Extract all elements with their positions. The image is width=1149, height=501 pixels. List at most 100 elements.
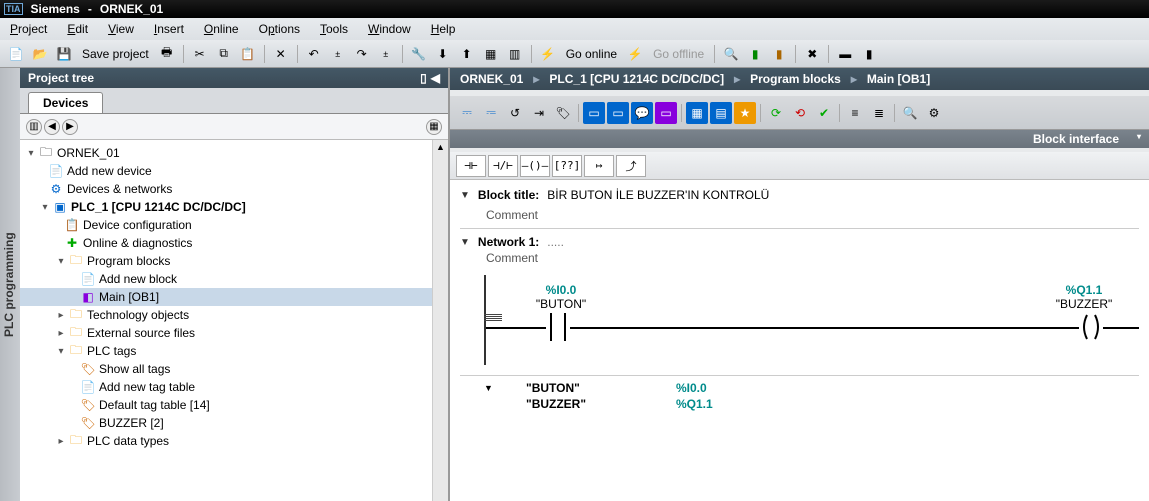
crumb-1[interactable]: ORNEK_01: [460, 72, 523, 86]
goonline-icon[interactable]: ⚡: [538, 44, 558, 64]
net-collapse-icon[interactable]: ▼: [460, 237, 470, 248]
save-icon[interactable]: 💾: [54, 44, 74, 64]
new-project-icon[interactable]: 📄: [6, 44, 26, 64]
align-icon[interactable]: ≡: [844, 102, 866, 124]
monitor-off-icon[interactable]: ⟲: [789, 102, 811, 124]
open-project-icon[interactable]: 📂: [30, 44, 50, 64]
block-interface-bar[interactable]: Block interface: [450, 130, 1149, 148]
plc-programming-tab[interactable]: PLC programming: [0, 68, 20, 501]
lad-branch[interactable]: ↦: [584, 155, 614, 177]
undo-icon[interactable]: ↶: [304, 44, 324, 64]
tree-program-blocks[interactable]: ▾🗀Program blocks: [20, 252, 448, 270]
goonline-button[interactable]: Go online: [562, 47, 621, 61]
align2-icon[interactable]: ≣: [868, 102, 890, 124]
no-contact[interactable]: [546, 313, 570, 341]
tree-show-tags[interactable]: 🏷Show all tags: [20, 360, 448, 378]
lad-contact-nc[interactable]: ⊣/⊢: [488, 155, 518, 177]
ed-btn-g[interactable]: ★: [734, 102, 756, 124]
crumb-2[interactable]: PLC_1 [CPU 1214C DC/DC/DC]: [549, 72, 724, 86]
compile-icon[interactable]: 🔧: [409, 44, 429, 64]
paste-icon[interactable]: 📋: [238, 44, 258, 64]
ed-btn-c[interactable]: 💬: [631, 102, 653, 124]
tree-plc-tags[interactable]: ▾🗀PLC tags: [20, 342, 448, 360]
nav-back-icon[interactable]: ◀: [44, 119, 60, 135]
tree-ext-source[interactable]: ▸🗀External source files: [20, 324, 448, 342]
tree-plc-data-types[interactable]: ▸🗀PLC data types: [20, 432, 448, 450]
tree-add-tag-table[interactable]: 📄Add new tag table: [20, 378, 448, 396]
menu-tools[interactable]: Tools: [320, 22, 348, 36]
redo-drop-icon[interactable]: ±: [376, 44, 396, 64]
cut-icon[interactable]: ✂: [190, 44, 210, 64]
output-coil[interactable]: [1079, 313, 1103, 341]
split-h-icon[interactable]: ▬: [835, 44, 855, 64]
tree-add-device[interactable]: 📄Add new device: [20, 162, 448, 180]
lad-coil[interactable]: –()–: [520, 155, 550, 177]
menu-window[interactable]: Window: [368, 22, 411, 36]
network-comment[interactable]: Comment: [460, 251, 1139, 265]
tree-plc[interactable]: ▾▣PLC_1 [CPU 1214C DC/DC/DC]: [20, 198, 448, 216]
tree-main-ob1[interactable]: ◧Main [OB1]: [20, 288, 448, 306]
delete-icon[interactable]: ✕: [271, 44, 291, 64]
ed-btn-d[interactable]: ▭: [655, 102, 677, 124]
tree-devices-networks[interactable]: ⚙Devices & networks: [20, 180, 448, 198]
expand-tree-icon[interactable]: ▥: [26, 119, 42, 135]
ed-btn-e[interactable]: ▦: [686, 102, 708, 124]
xref-row-2[interactable]: "BUZZER"%Q1.1: [484, 396, 1139, 412]
menu-help[interactable]: Help: [431, 22, 456, 36]
download-icon[interactable]: ⬇: [433, 44, 453, 64]
ladder-canvas[interactable]: %I0.0 "BUTON" %Q1.1 "BUZZER": [484, 275, 1139, 365]
menu-edit[interactable]: Edit: [67, 22, 88, 36]
project-tree[interactable]: ▲ ▾🗀ORNEK_01 📄Add new device ⚙Devices & …: [20, 140, 448, 501]
tree-add-block[interactable]: 📄Add new block: [20, 270, 448, 288]
simulate-icon[interactable]: ▦: [481, 44, 501, 64]
tree-root[interactable]: ▾🗀ORNEK_01: [20, 144, 448, 162]
lad-box[interactable]: [??]: [552, 155, 582, 177]
collapse-icon[interactable]: ▯: [420, 71, 427, 85]
undo-drop-icon[interactable]: ±: [328, 44, 348, 64]
delete-network-icon[interactable]: ⎓̶: [480, 102, 502, 124]
menu-online[interactable]: Online: [204, 22, 239, 36]
cancel-icon[interactable]: ✖: [802, 44, 822, 64]
tree-scrollbar[interactable]: ▲: [432, 140, 448, 501]
crossref-icon[interactable]: ▮: [745, 44, 765, 64]
crumb-4[interactable]: Main [OB1]: [867, 72, 930, 86]
block-title-row[interactable]: ▼ Block title: BİR BUTON İLE BUZZER'IN K…: [460, 184, 1139, 206]
block-comment[interactable]: Comment: [460, 206, 1139, 229]
devices-tab[interactable]: Devices: [28, 92, 103, 113]
save-project-button[interactable]: Save project: [78, 47, 153, 61]
tag-icon[interactable]: 🏷: [552, 102, 574, 124]
settings-icon[interactable]: ⚙: [923, 102, 945, 124]
tree-default-tag-table[interactable]: 🏷Default tag table [14]: [20, 396, 448, 414]
tree-online-diag[interactable]: ✚Online & diagnostics: [20, 234, 448, 252]
upload-icon[interactable]: ⬆: [457, 44, 477, 64]
ed-btn-b[interactable]: ▭: [607, 102, 629, 124]
split-v-icon[interactable]: ▮: [859, 44, 879, 64]
tree-device-config[interactable]: 📋Device configuration: [20, 216, 448, 234]
struct-icon[interactable]: ▮: [769, 44, 789, 64]
menu-options[interactable]: Options: [259, 22, 300, 36]
nav-fwd-icon[interactable]: ▶: [62, 119, 78, 135]
lad-branch-close[interactable]: ⤴: [616, 155, 646, 177]
insert-network-icon[interactable]: ⎓: [456, 102, 478, 124]
print-icon[interactable]: 🖶: [157, 44, 177, 64]
menu-project[interactable]: Project: [10, 22, 47, 36]
crumb-3[interactable]: Program blocks: [750, 72, 841, 86]
copy-icon[interactable]: ⧉: [214, 44, 234, 64]
tree-settings-icon[interactable]: ▦: [426, 119, 442, 135]
check-icon[interactable]: ✔: [813, 102, 835, 124]
xref-row-1[interactable]: ▼"BUTON"%I0.0: [484, 380, 1139, 396]
simulate2-icon[interactable]: ▥: [505, 44, 525, 64]
block-title-text[interactable]: BİR BUTON İLE BUZZER'IN KONTROLÜ: [547, 188, 769, 202]
accessible-icon[interactable]: 🔍: [721, 44, 741, 64]
menu-insert[interactable]: Insert: [154, 22, 184, 36]
network-header[interactable]: ▼ Network 1: .....: [460, 233, 1139, 251]
ed-btn-f[interactable]: ▤: [710, 102, 732, 124]
lad-contact-no[interactable]: ⊣⊢: [456, 155, 486, 177]
collapse-tri-icon[interactable]: ▼: [460, 190, 470, 201]
menu-view[interactable]: View: [108, 22, 134, 36]
network-title[interactable]: .....: [547, 235, 564, 249]
goto-icon[interactable]: ⇥: [528, 102, 550, 124]
search-icon[interactable]: 🔍: [899, 102, 921, 124]
tree-tech-objects[interactable]: ▸🗀Technology objects: [20, 306, 448, 324]
reset-icon[interactable]: ↺: [504, 102, 526, 124]
